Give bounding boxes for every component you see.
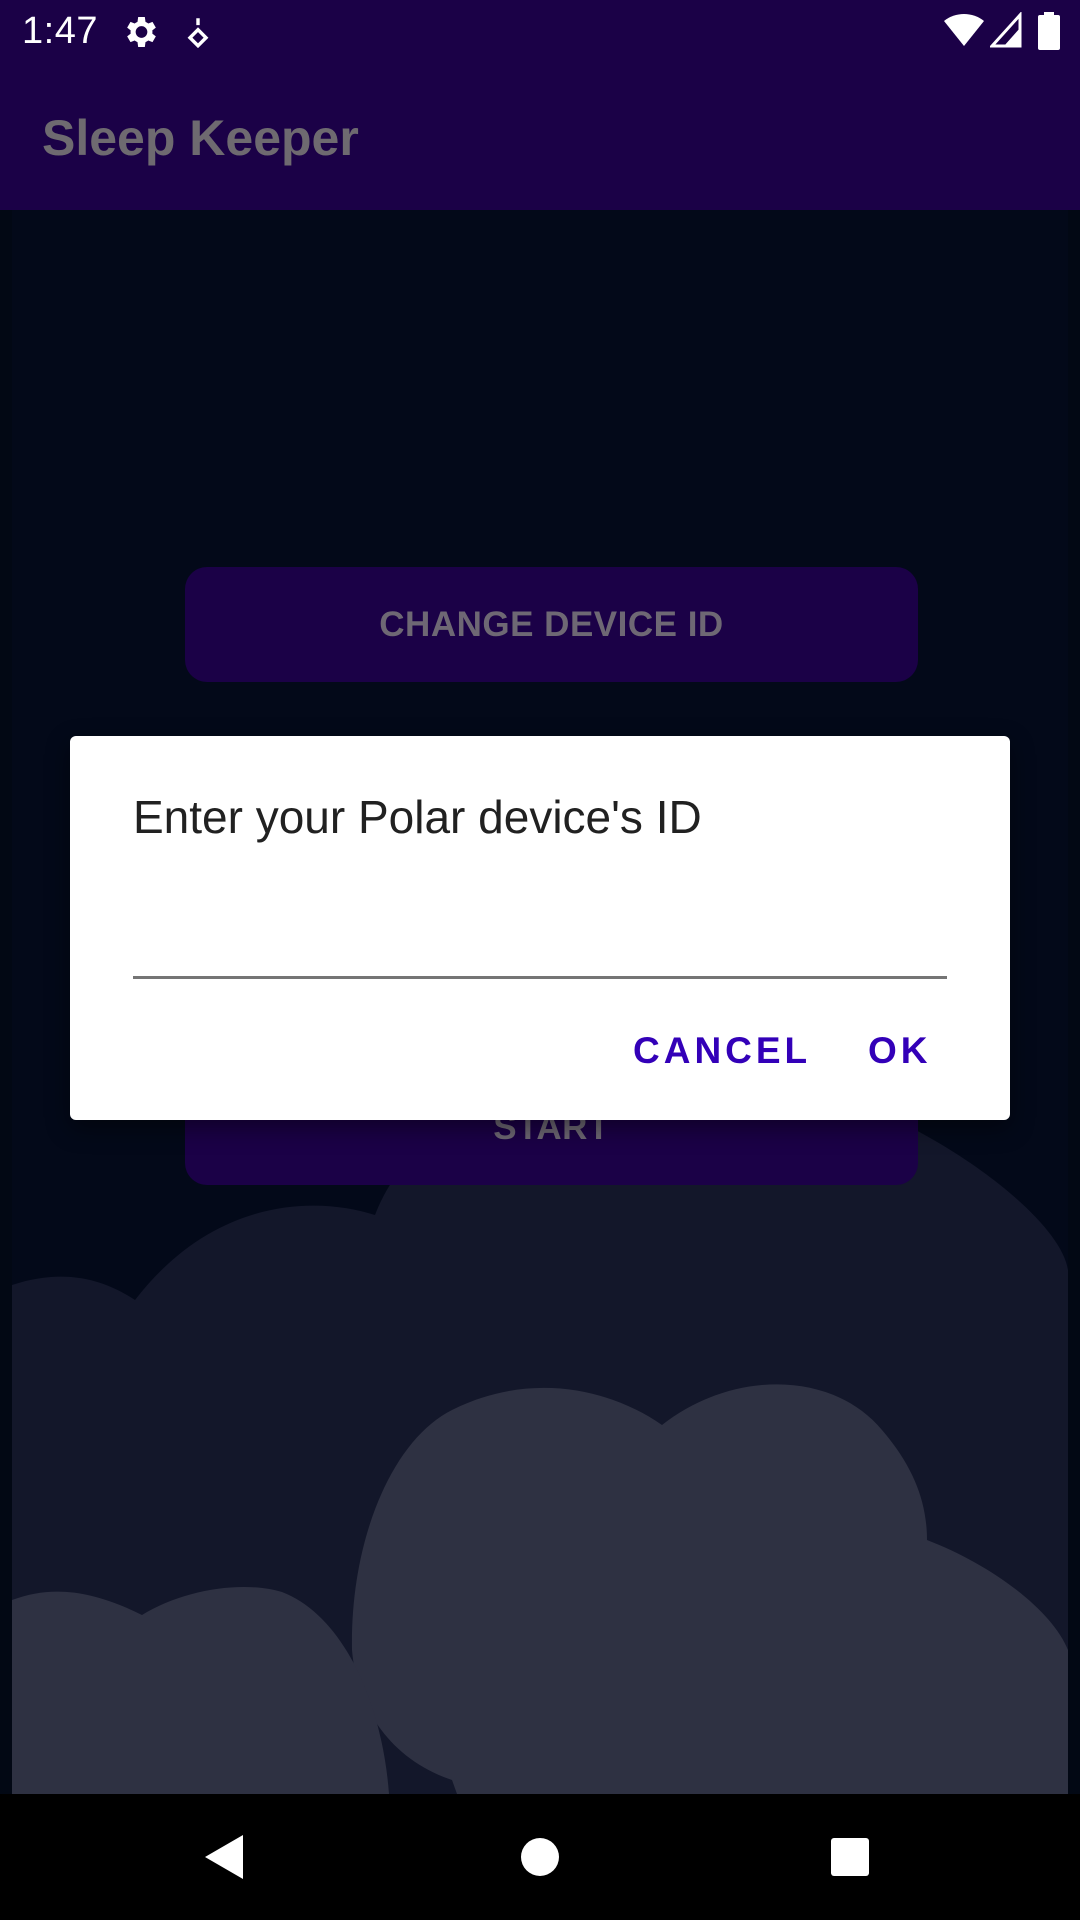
status-bar: 1:47	[0, 0, 1080, 63]
cancel-button[interactable]: CANCEL	[625, 1016, 819, 1086]
status-time: 1:47	[22, 10, 98, 52]
dialog-title: Enter your Polar device's ID	[133, 791, 702, 843]
cell-signal-icon	[988, 11, 1022, 53]
recents-icon[interactable]	[820, 1827, 880, 1887]
change-device-id-button[interactable]: CHANGE DEVICE ID	[185, 567, 918, 682]
device-id-dialog: Enter your Polar device's ID CANCEL OK	[70, 736, 1010, 1120]
location-pin-icon	[184, 16, 212, 53]
back-icon[interactable]	[195, 1827, 255, 1887]
wifi-icon	[944, 12, 984, 53]
home-icon[interactable]	[510, 1827, 570, 1887]
ok-button[interactable]: OK	[860, 1016, 940, 1086]
app-bar: Sleep Keeper	[0, 63, 1080, 210]
device-id-input[interactable]	[133, 886, 947, 979]
navigation-bar	[0, 1794, 1080, 1920]
battery-icon	[1038, 12, 1060, 55]
app-title: Sleep Keeper	[42, 110, 359, 166]
gear-icon	[120, 12, 160, 57]
